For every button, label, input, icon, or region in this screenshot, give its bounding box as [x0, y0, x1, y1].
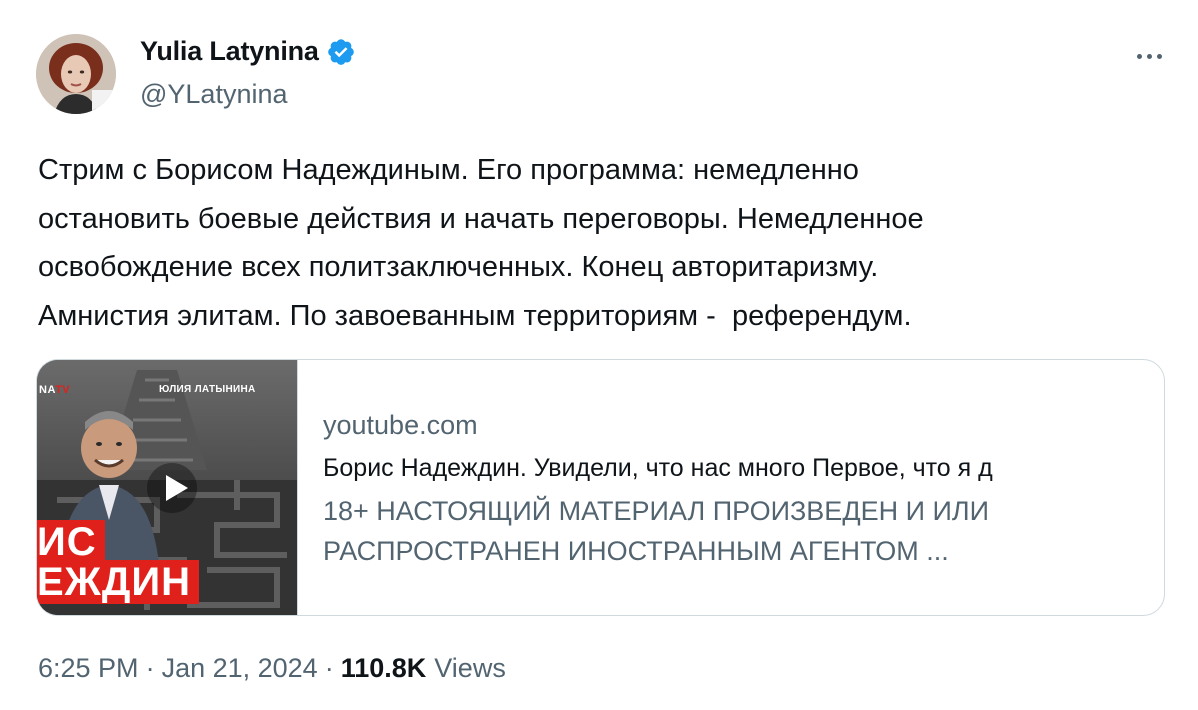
tweet-date[interactable]: Jan 21, 2024	[162, 653, 318, 684]
brand-tv: TV	[55, 384, 71, 396]
meta-separator: ·	[324, 653, 334, 683]
author-handle[interactable]: @YLatynina	[140, 79, 288, 110]
tweet-meta: 6:25 PM · Jan 21, 2024 · 110.8K Views	[38, 653, 506, 684]
tweet-time[interactable]: 6:25 PM	[38, 653, 139, 684]
tweet-text-line: остановить боевые действия и начать пере…	[38, 202, 924, 235]
tweet-text-line: освобождение всех политзаключенных. Коне…	[38, 251, 879, 283]
avatar-image	[36, 34, 116, 114]
thumbnail-name-line1: ИС	[37, 520, 105, 564]
card-title: Борис Надеждин. Увидели, что нас много П…	[323, 454, 993, 482]
tweet-text: Стрим с Борисом Надеждиным. Его программ…	[38, 146, 1158, 340]
more-dot	[1146, 53, 1152, 59]
tweet: Yulia Latynina @YLatynina Стрим с Борисо…	[0, 0, 1198, 710]
tweet-text-line: Стрим с Борисом Надеждиным. Его программ…	[38, 154, 859, 186]
more-horizontal-icon	[1136, 53, 1142, 59]
card-description-line: РАСПРОСТРАНЕН ИНОСТРАННЫМ АГЕНТОМ ...	[323, 536, 949, 566]
views-label: Views	[434, 653, 506, 683]
thumbnail-name-line2: ЕЖДИН	[37, 560, 199, 604]
card-body[interactable]: youtube.com Борис Надеждин. Увидели, что…	[323, 407, 1153, 571]
tweet-text-line: Амнистия элитам. По завоеванным территор…	[38, 299, 912, 332]
brand-text: NA	[39, 384, 56, 396]
card-description: 18+ НАСТОЯЩИЙ МАТЕРИАЛ ПРОИЗВЕДЕН И ИЛИ …	[323, 491, 1153, 571]
views-count[interactable]: 110.8K	[341, 653, 427, 684]
more-dot	[1156, 53, 1162, 59]
author-name[interactable]: Yulia Latynina	[140, 36, 319, 67]
verified-badge-icon	[327, 38, 354, 65]
avatar[interactable]	[36, 34, 116, 114]
play-icon	[166, 475, 188, 501]
play-button[interactable]	[147, 463, 197, 513]
card-domain: youtube.com	[323, 410, 478, 440]
link-preview-card[interactable]: NATV ЮЛИЯ ЛАТЫНИНА ИС ЕЖДИН youtube.com …	[36, 359, 1165, 616]
thumbnail-brand: NATV	[39, 384, 70, 396]
thumbnail-channel: ЮЛИЯ ЛАТЫНИНА	[159, 384, 256, 395]
card-description-line: 18+ НАСТОЯЩИЙ МАТЕРИАЛ ПРОИЗВЕДЕН И ИЛИ	[323, 496, 990, 526]
author-name-row[interactable]: Yulia Latynina	[140, 36, 356, 67]
meta-separator: ·	[145, 653, 155, 683]
video-thumbnail[interactable]: NATV ЮЛИЯ ЛАТЫНИНА ИС ЕЖДИН	[37, 360, 298, 615]
more-options-button[interactable]	[1130, 41, 1168, 71]
